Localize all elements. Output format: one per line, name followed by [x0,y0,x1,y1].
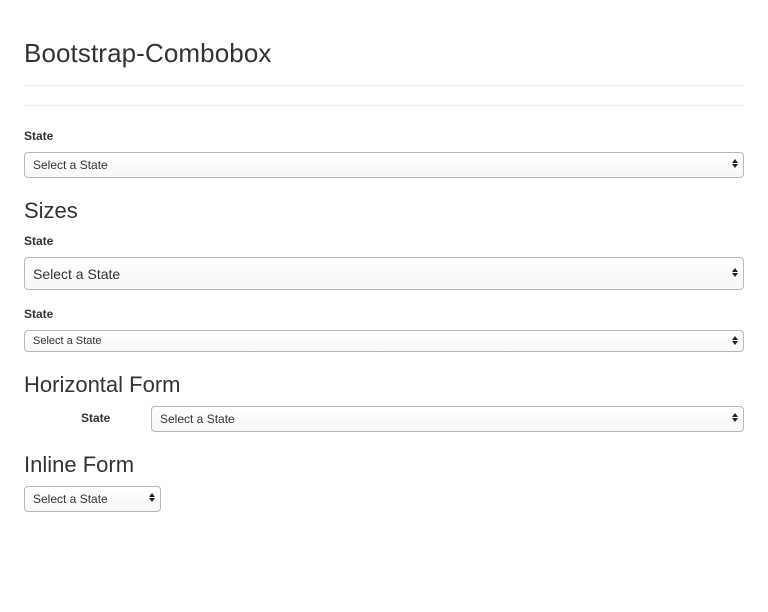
state-select-inline-value: Select a State [33,492,108,506]
up-down-caret-icon [732,413,738,422]
state-label-large: State [24,234,54,248]
state-select-inline[interactable]: Select a State [24,486,161,512]
up-down-caret-icon [732,268,738,277]
page-title: Bootstrap-Combobox [24,38,272,68]
state-label: State [24,129,54,143]
up-down-caret-icon [732,336,738,345]
state-select-horizontal-value: Select a State [160,412,235,426]
state-label-horizontal: State [81,411,111,425]
sizes-heading: Sizes [24,198,78,223]
horizontal-form-heading: Horizontal Form [24,372,181,397]
inline-form-heading: Inline Form [24,452,135,477]
header-divider [24,85,744,86]
state-select-large-value: Select a State [33,266,121,282]
state-select-large[interactable]: Select a State [24,257,744,290]
state-select[interactable]: Select a State [24,152,744,178]
state-label-small: State [24,307,54,321]
state-select-small-value: Select a State [33,335,102,347]
state-select-small[interactable]: Select a State [24,330,744,352]
up-down-caret-icon [732,159,738,168]
header-divider-secondary [24,105,744,106]
up-down-caret-icon [149,493,155,502]
state-select-value: Select a State [33,158,108,172]
state-select-horizontal[interactable]: Select a State [151,406,744,432]
